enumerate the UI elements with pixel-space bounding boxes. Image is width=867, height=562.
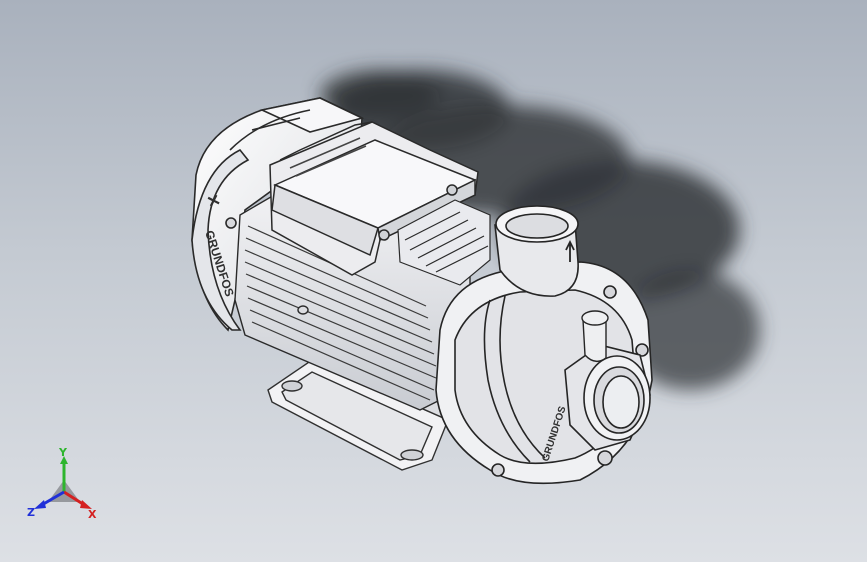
pump-3d-model[interactable]: GRUNDFOS ✕ GRUNDFOS (0, 0, 867, 562)
graphics-viewport[interactable]: GRUNDFOS ✕ GRUNDFOS Y X Z (0, 0, 867, 562)
y-axis-label: Y (58, 448, 68, 459)
x-axis-label: X (88, 508, 97, 521)
orientation-triad[interactable]: Y X Z (24, 448, 104, 528)
z-arrowhead-icon (34, 500, 46, 509)
z-axis-label: Z (27, 506, 35, 519)
vent-plug[interactable] (581, 310, 609, 363)
